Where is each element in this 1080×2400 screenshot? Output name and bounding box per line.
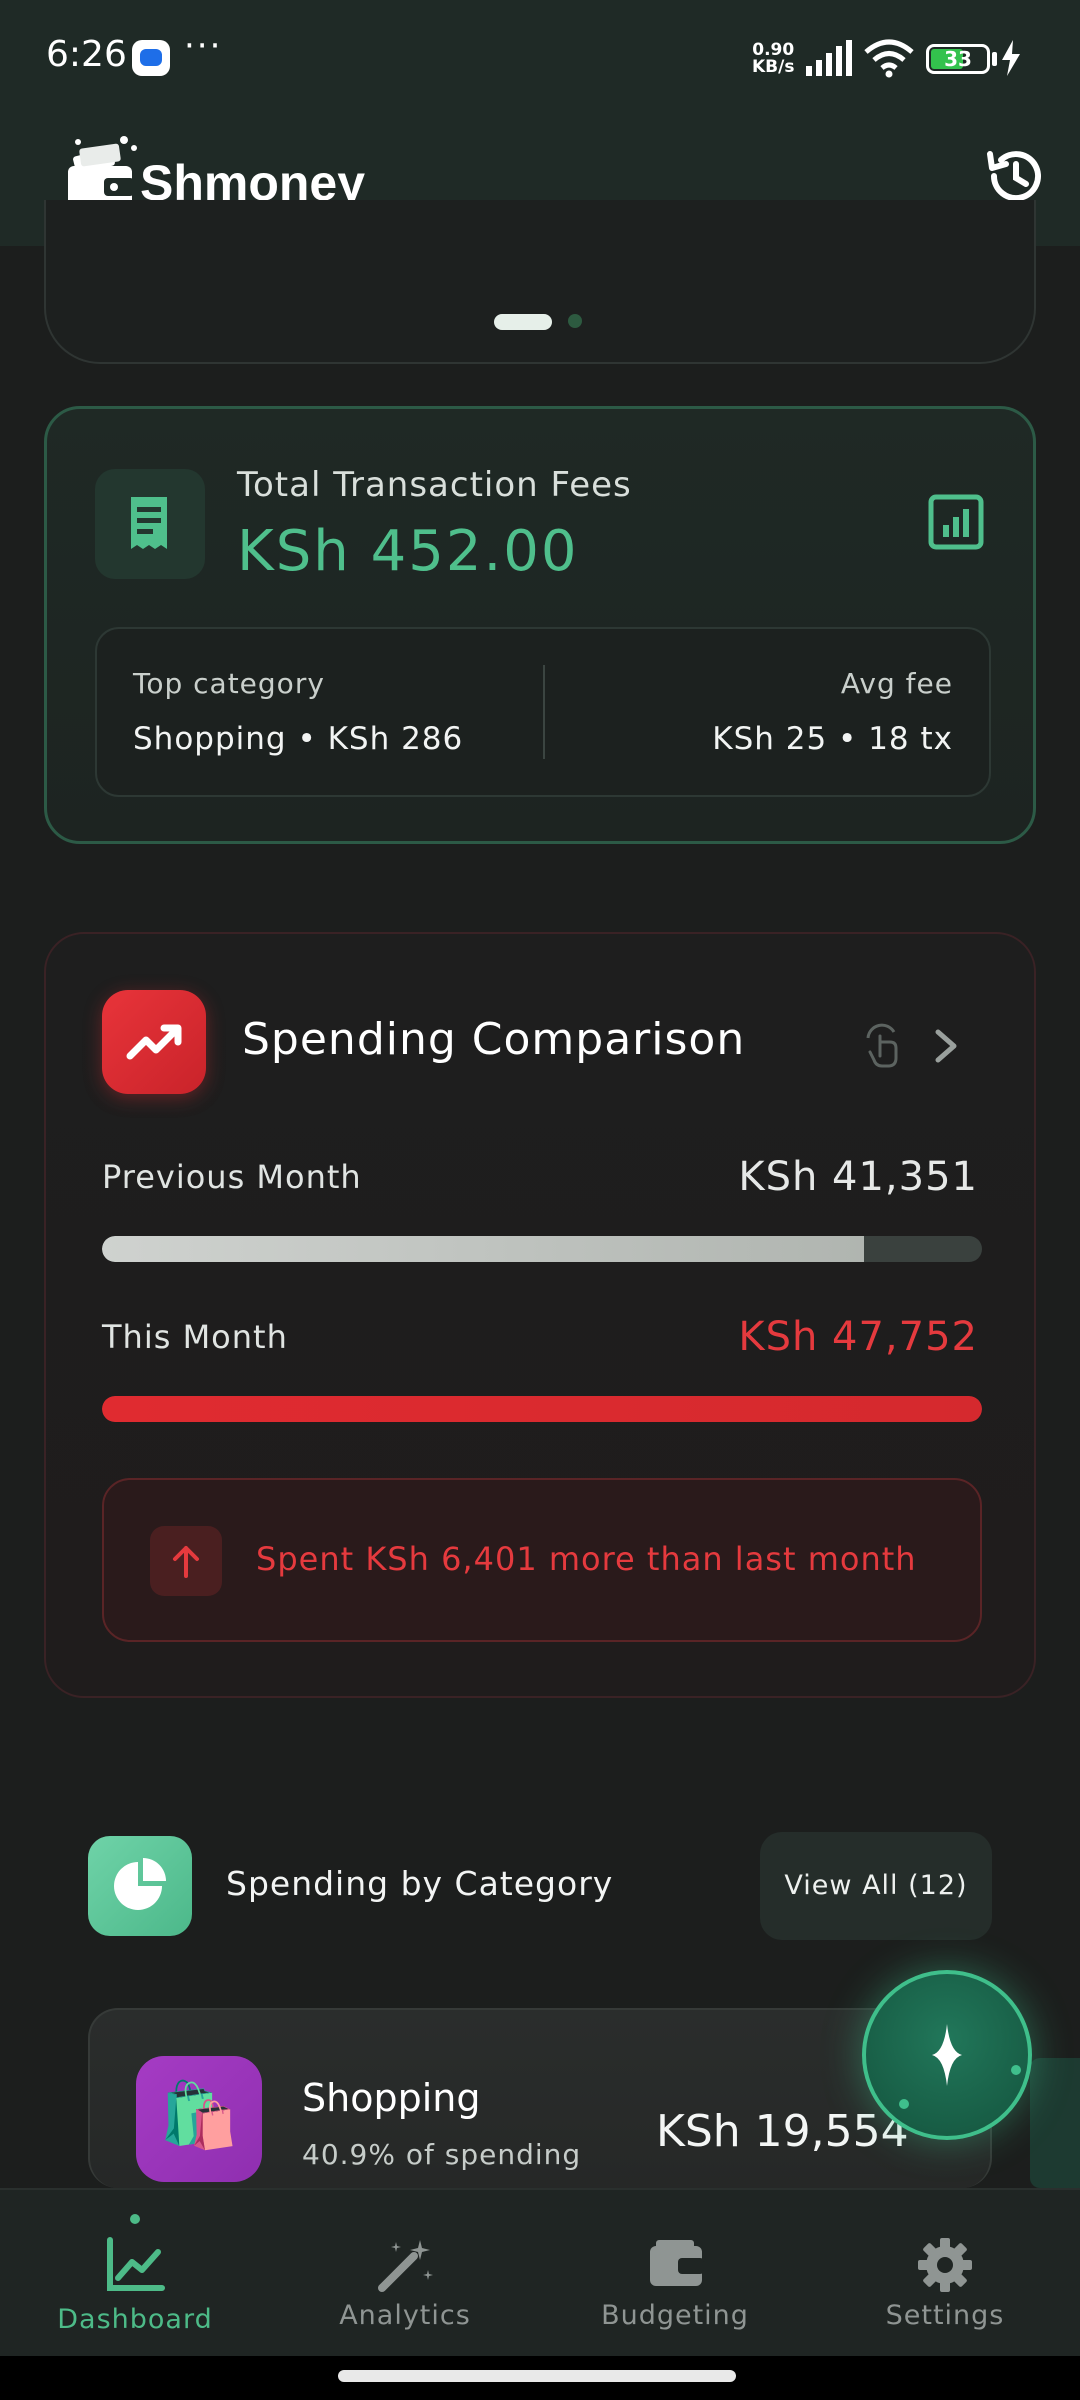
fees-details: Top category Shopping • KSh 286 Avg fee … [95,627,991,797]
transaction-fees-card[interactable]: Total Transaction Fees KSh 452.00 Top ca… [44,406,1036,844]
spending-alert: Spent KSh 6,401 more than last month [102,1478,982,1642]
avg-fee-value: KSh 25 • 18 tx [712,721,953,757]
more-notifications-icon: ··· [184,26,223,66]
network-speed-unit: KB/s [752,57,795,77]
spending-alert-text: Spent KSh 6,401 more than last month [256,1540,917,1578]
nav-budgeting[interactable]: Budgeting [540,2190,810,2358]
trending-up-icon [102,990,206,1094]
magic-wand-icon [378,2240,433,2292]
previous-month-label: Previous Month [102,1158,362,1196]
nav-settings[interactable]: Settings [810,2190,1080,2358]
this-month-label: This Month [102,1318,288,1356]
divider [543,665,545,759]
avg-fee-label: Avg fee [840,667,953,700]
pie-chart-icon [88,1836,192,1936]
signal-icon [806,40,852,76]
chart-line-icon [107,2237,165,2291]
arrow-up-icon [150,1526,222,1596]
this-month-bar-fill [102,1396,982,1422]
messages-notification-icon [132,40,170,76]
top-category-value: Shopping • KSh 286 [133,721,464,757]
home-indicator[interactable] [338,2370,736,2382]
nav-analytics-label: Analytics [339,2300,471,2331]
status-time: 6:26 [46,34,127,75]
tap-gesture-icon[interactable] [860,1020,910,1070]
this-month-bar [102,1396,982,1422]
pager-dot[interactable] [568,314,582,328]
category-share: 40.9% of spending [302,2138,582,2171]
receipt-icon [95,469,205,579]
fees-label: Total Transaction Fees [237,465,632,505]
charging-bolt-icon [1002,40,1020,76]
view-all-categories-button[interactable]: View All (12) [760,1832,992,1940]
status-bar: 6:26 ··· 0.90 KB/s 33 [0,0,1080,118]
previous-month-bar-fill [102,1236,865,1262]
chevron-right-icon[interactable] [926,1024,966,1068]
bar-chart-icon[interactable] [927,493,985,551]
wallet-icon [650,2240,704,2286]
active-indicator-dot [130,2214,140,2224]
shopping-bags-icon: 🛍️ [136,2056,262,2182]
this-month-value: KSh 47,752 [738,1314,978,1360]
sparkle-icon [899,2024,1021,2109]
nav-dashboard[interactable]: Dashboard [0,2190,270,2358]
top-category-label: Top category [133,667,325,700]
gear-icon [918,2238,972,2292]
summary-carousel-card[interactable] [44,200,1036,364]
battery-tip [992,52,997,66]
battery-level: 33 [944,47,972,71]
category-item-shopping[interactable]: 🛍️ Shopping 40.9% of spending KSh 19,554 [88,2008,992,2188]
nav-budgeting-label: Budgeting [601,2300,749,2331]
nav-analytics[interactable]: Analytics [270,2190,540,2358]
nav-settings-label: Settings [885,2300,1005,2331]
category-name: Shopping [302,2076,481,2120]
wifi-icon [864,39,914,78]
battery-icon: 33 [926,44,990,74]
previous-month-bar [102,1236,982,1262]
pager-dot-active[interactable] [494,314,552,330]
spending-by-category-title: Spending by Category [226,1864,614,1903]
fees-value: KSh 452.00 [237,519,579,584]
network-speed: 0.90 KB/s [752,42,794,76]
side-edge-tab[interactable] [1030,2058,1080,2188]
nav-dashboard-label: Dashboard [57,2304,213,2335]
bottom-navigation: Dashboard Analytics Budgeting Settings [0,2188,1080,2356]
previous-month-value: KSh 41,351 [738,1154,978,1200]
spending-comparison-card[interactable]: Spending Comparison Previous Month KSh 4… [44,932,1036,1698]
shopping-bags-emoji: 🛍️ [159,2079,239,2153]
spending-comparison-title: Spending Comparison [242,1014,746,1065]
ai-assistant-fab[interactable] [862,1970,1032,2140]
